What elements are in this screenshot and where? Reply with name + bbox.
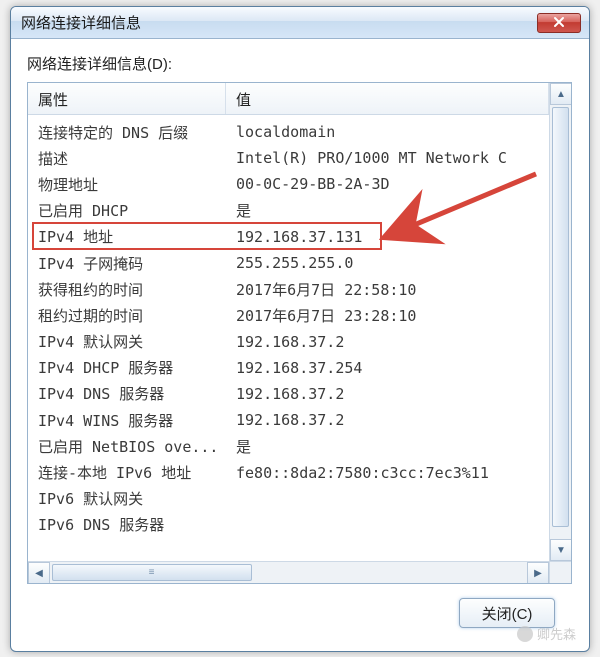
column-header-property[interactable]: 属性 bbox=[28, 83, 226, 114]
table-row[interactable]: IPv4 子网掩码255.255.255.0 bbox=[28, 250, 549, 276]
value-cell: fe80::8da2:7580:c3cc:7ec3%11 bbox=[226, 464, 549, 482]
value-cell: 192.168.37.2 bbox=[226, 411, 549, 429]
property-cell: IPv4 DHCP 服务器 bbox=[28, 357, 226, 378]
value-cell: 255.255.255.0 bbox=[226, 254, 549, 272]
property-cell: 连接特定的 DNS 后缀 bbox=[28, 122, 226, 143]
property-cell: IPv6 默认网关 bbox=[28, 488, 226, 509]
property-cell: IPv4 默认网关 bbox=[28, 331, 226, 352]
property-cell: 获得租约的时间 bbox=[28, 279, 226, 300]
wechat-icon bbox=[517, 626, 533, 642]
value-cell: 192.168.37.254 bbox=[226, 359, 549, 377]
vscroll-track[interactable] bbox=[550, 105, 571, 539]
titlebar: 网络连接详细信息 bbox=[11, 7, 589, 39]
column-header-value[interactable]: 值 bbox=[226, 83, 549, 114]
property-cell: 已启用 DHCP bbox=[28, 200, 226, 221]
scroll-up-button[interactable]: ▲ bbox=[550, 83, 572, 105]
table-row[interactable]: 已启用 DHCP是 bbox=[28, 198, 549, 224]
window-close-button[interactable] bbox=[537, 13, 581, 33]
property-cell: IPv4 子网掩码 bbox=[28, 253, 226, 274]
value-cell: 192.168.37.2 bbox=[226, 333, 549, 351]
column-header-row: 属性 值 bbox=[28, 83, 549, 115]
horizontal-scrollbar[interactable]: ◀ ≡ ▶ bbox=[28, 561, 549, 583]
table-row[interactable]: 连接特定的 DNS 后缀localdomain bbox=[28, 119, 549, 145]
vertical-scrollbar[interactable]: ▲ ▼ bbox=[549, 83, 571, 561]
value-cell: 192.168.37.2 bbox=[226, 385, 549, 403]
table-row[interactable]: 获得租约的时间2017年6月7日 22:58:10 bbox=[28, 276, 549, 302]
value-cell: 是 bbox=[226, 200, 549, 221]
hscroll-thumb[interactable]: ≡ bbox=[52, 564, 252, 581]
watermark-text: 卿先森 bbox=[537, 624, 576, 643]
table-row[interactable]: 描述Intel(R) PRO/1000 MT Network C bbox=[28, 145, 549, 171]
table-row[interactable]: 已启用 NetBIOS ove...是 bbox=[28, 433, 549, 459]
table-row[interactable]: IPv6 默认网关 bbox=[28, 486, 549, 512]
chevron-down-icon: ▼ bbox=[556, 545, 566, 556]
dialog-footer: 关闭(C) bbox=[27, 584, 573, 628]
property-cell: IPv4 WINS 服务器 bbox=[28, 410, 226, 431]
chevron-up-icon: ▲ bbox=[556, 89, 566, 100]
table-row[interactable]: 租约过期的时间2017年6月7日 23:28:10 bbox=[28, 302, 549, 328]
table-row[interactable]: IPv4 地址192.168.37.131 bbox=[28, 224, 549, 250]
value-cell: 00-0C-29-BB-2A-3D bbox=[226, 175, 549, 193]
table-row[interactable]: 物理地址00-0C-29-BB-2A-3D bbox=[28, 171, 549, 197]
close-icon bbox=[553, 16, 565, 30]
table-row[interactable]: IPv4 DNS 服务器192.168.37.2 bbox=[28, 381, 549, 407]
vscroll-thumb[interactable] bbox=[552, 107, 569, 527]
dialog-body: 网络连接详细信息(D): 属性 值 连接特定的 DNS 后缀localdomai… bbox=[11, 39, 589, 642]
scroll-down-button[interactable]: ▼ bbox=[550, 539, 572, 561]
chevron-left-icon: ◀ bbox=[35, 568, 43, 579]
grip-icon: ≡ bbox=[149, 567, 156, 578]
property-cell: IPv4 地址 bbox=[28, 226, 226, 247]
rows-container: 连接特定的 DNS 后缀localdomain描述Intel(R) PRO/10… bbox=[28, 115, 549, 538]
list-inner: 属性 值 连接特定的 DNS 后缀localdomain描述Intel(R) P… bbox=[28, 83, 549, 561]
table-row[interactable]: IPv4 DHCP 服务器192.168.37.254 bbox=[28, 355, 549, 381]
property-cell: 描述 bbox=[28, 148, 226, 169]
value-cell: 是 bbox=[226, 436, 549, 457]
details-listbox: 属性 值 连接特定的 DNS 后缀localdomain描述Intel(R) P… bbox=[27, 82, 572, 584]
property-cell: 物理地址 bbox=[28, 174, 226, 195]
value-cell: 2017年6月7日 22:58:10 bbox=[226, 279, 549, 300]
scroll-left-button[interactable]: ◀ bbox=[28, 562, 50, 584]
value-cell: 2017年6月7日 23:28:10 bbox=[226, 305, 549, 326]
scroll-right-button[interactable]: ▶ bbox=[527, 562, 549, 584]
dialog-window: 网络连接详细信息 网络连接详细信息(D): 属性 值 连接特定的 DNS 后缀l… bbox=[10, 6, 590, 652]
property-cell: 已启用 NetBIOS ove... bbox=[28, 436, 226, 457]
hscroll-track[interactable]: ≡ bbox=[50, 562, 527, 583]
property-cell: 租约过期的时间 bbox=[28, 305, 226, 326]
table-row[interactable]: IPv6 DNS 服务器 bbox=[28, 512, 549, 538]
property-cell: IPv6 DNS 服务器 bbox=[28, 514, 226, 535]
scrollbar-corner bbox=[549, 561, 571, 583]
property-cell: 连接-本地 IPv6 地址 bbox=[28, 462, 226, 483]
details-label: 网络连接详细信息(D): bbox=[27, 53, 573, 74]
window-title: 网络连接详细信息 bbox=[21, 12, 537, 33]
table-row[interactable]: IPv4 默认网关192.168.37.2 bbox=[28, 329, 549, 355]
property-cell: IPv4 DNS 服务器 bbox=[28, 383, 226, 404]
table-row[interactable]: IPv4 WINS 服务器192.168.37.2 bbox=[28, 407, 549, 433]
value-cell: localdomain bbox=[226, 123, 549, 141]
table-row[interactable]: 连接-本地 IPv6 地址fe80::8da2:7580:c3cc:7ec3%1… bbox=[28, 459, 549, 485]
watermark: 卿先森 bbox=[517, 624, 576, 643]
chevron-right-icon: ▶ bbox=[534, 568, 542, 579]
value-cell: 192.168.37.131 bbox=[226, 228, 549, 246]
value-cell: Intel(R) PRO/1000 MT Network C bbox=[226, 149, 549, 167]
